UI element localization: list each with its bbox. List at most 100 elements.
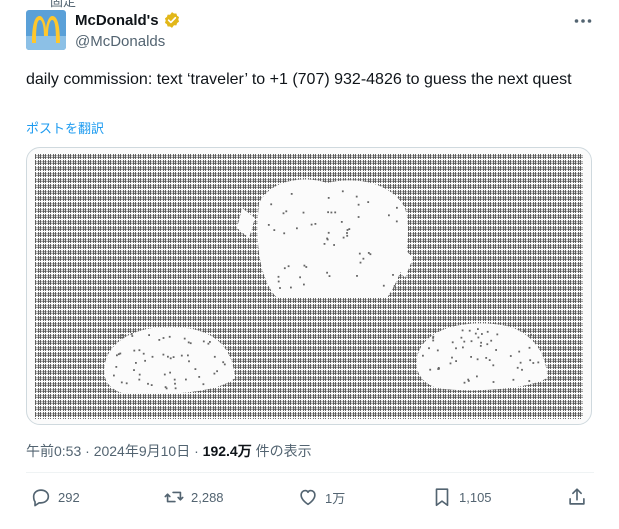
more-button[interactable] xyxy=(573,11,593,31)
ascii-speckle xyxy=(521,368,523,371)
ascii-speckle xyxy=(463,381,466,384)
ascii-speckle xyxy=(187,341,190,344)
meta-separator: · xyxy=(190,443,203,459)
ascii-speckle xyxy=(346,229,349,231)
ascii-speckle xyxy=(222,361,225,364)
like-icon xyxy=(300,489,316,506)
ascii-speckle xyxy=(188,360,190,363)
ascii-speckle xyxy=(342,236,345,239)
author-handle[interactable]: @McDonalds xyxy=(75,33,165,50)
reply-button[interactable]: 292 xyxy=(30,486,80,508)
ascii-speckle xyxy=(537,361,540,364)
ascii-speckle xyxy=(449,362,452,365)
ascii-speckle xyxy=(367,201,370,203)
ascii-speckle xyxy=(213,355,216,358)
ascii-speckle xyxy=(299,276,301,279)
avatar[interactable] xyxy=(26,10,66,50)
ascii-speckle xyxy=(470,356,472,358)
ascii-speckle xyxy=(187,354,189,357)
ascii-speckle xyxy=(142,352,145,355)
repost-count: 2,288 xyxy=(191,489,224,505)
ascii-speckle xyxy=(480,341,482,344)
ascii-speckle xyxy=(327,197,330,199)
ascii-speckle xyxy=(432,339,435,342)
ascii-speckle xyxy=(189,342,192,345)
ascii-speckle xyxy=(116,354,118,357)
author-name[interactable]: McDonald's xyxy=(75,12,159,29)
arches-logo-avatar xyxy=(26,10,66,50)
ascii-speckle xyxy=(476,358,479,361)
ascii-speckle xyxy=(328,275,331,277)
ascii-speckle xyxy=(113,374,115,377)
ascii-speckle xyxy=(223,363,226,366)
ascii-speckle xyxy=(277,280,280,283)
ascii-speckle xyxy=(340,221,343,223)
ascii-speckle xyxy=(461,329,464,332)
ascii-speckle xyxy=(283,232,286,235)
author-name-row[interactable]: McDonald's xyxy=(75,11,181,29)
ascii-speckle xyxy=(150,384,153,386)
ascii-speckle xyxy=(356,275,358,277)
view-count-label: 件の表示 xyxy=(251,443,312,459)
ascii-speckle xyxy=(174,382,176,385)
ascii-speckle xyxy=(492,381,495,383)
ascii-speckle xyxy=(279,287,281,289)
ascii-speckle xyxy=(198,376,201,378)
ascii-speckle xyxy=(509,355,512,357)
ascii-speckle xyxy=(273,229,276,231)
ascii-speckle xyxy=(490,339,493,342)
repost-button[interactable]: 2,288 xyxy=(163,486,224,508)
ascii-speckle xyxy=(346,232,348,234)
bookmark-icon xyxy=(435,488,449,507)
ascii-speckle xyxy=(333,244,335,246)
ascii-speckle xyxy=(130,333,133,335)
ascii-speckle xyxy=(455,360,457,362)
tweet-media-image[interactable] xyxy=(26,147,592,425)
ascii-speckle xyxy=(528,380,531,382)
bookmark-button[interactable]: 1,105 xyxy=(431,486,492,508)
ascii-speckle xyxy=(518,350,521,353)
ascii-speckle xyxy=(310,223,313,226)
ascii-speckle xyxy=(529,359,532,362)
ascii-speckle xyxy=(496,333,499,336)
ascii-speckle xyxy=(348,228,351,230)
ascii-speckle xyxy=(476,375,478,378)
ascii-speckle xyxy=(327,211,329,214)
repost-icon xyxy=(164,491,184,503)
ascii-speckle xyxy=(290,193,293,195)
ascii-speckle xyxy=(267,224,270,226)
ascii-speckle xyxy=(451,356,453,359)
ascii-speckle xyxy=(327,231,330,234)
ascii-speckle xyxy=(359,261,362,264)
ascii-speckle xyxy=(162,353,165,356)
ascii-speckle xyxy=(202,383,205,386)
ascii-speckle xyxy=(158,339,161,341)
ascii-speckle xyxy=(460,336,463,339)
ascii-speckle xyxy=(133,369,135,371)
ascii-speckle xyxy=(455,347,457,350)
ascii-speckle xyxy=(486,330,489,333)
ascii-speckle xyxy=(528,346,531,349)
ascii-speckle xyxy=(432,335,435,338)
ascii-speckle xyxy=(474,332,477,335)
ascii-speckle xyxy=(392,274,394,276)
ascii-speckle xyxy=(202,340,205,343)
ascii-speckle xyxy=(296,227,298,230)
ascii-speckle xyxy=(167,355,169,358)
like-button[interactable]: 1万 xyxy=(297,486,345,508)
translate-link[interactable]: ポストを翻訳 xyxy=(26,118,104,137)
ascii-speckle xyxy=(290,286,292,289)
ascii-speckle xyxy=(519,361,522,364)
tweet-date[interactable]: 2024年9月10日 xyxy=(94,443,191,459)
tweet-meta: 午前0:53 · 2024年9月10日 · 192.4万 件の表示 xyxy=(26,441,312,461)
ascii-speckle xyxy=(346,234,349,237)
ascii-speckle xyxy=(436,349,439,352)
ascii-speckle xyxy=(172,356,175,358)
share-button[interactable] xyxy=(566,486,588,508)
tweet-time[interactable]: 午前0:53 xyxy=(26,443,81,459)
ascii-art-image xyxy=(35,153,583,419)
ascii-speckle xyxy=(467,378,470,381)
ascii-speckle xyxy=(270,203,273,206)
like-count: 1万 xyxy=(325,490,346,506)
ascii-speckle xyxy=(477,328,479,330)
